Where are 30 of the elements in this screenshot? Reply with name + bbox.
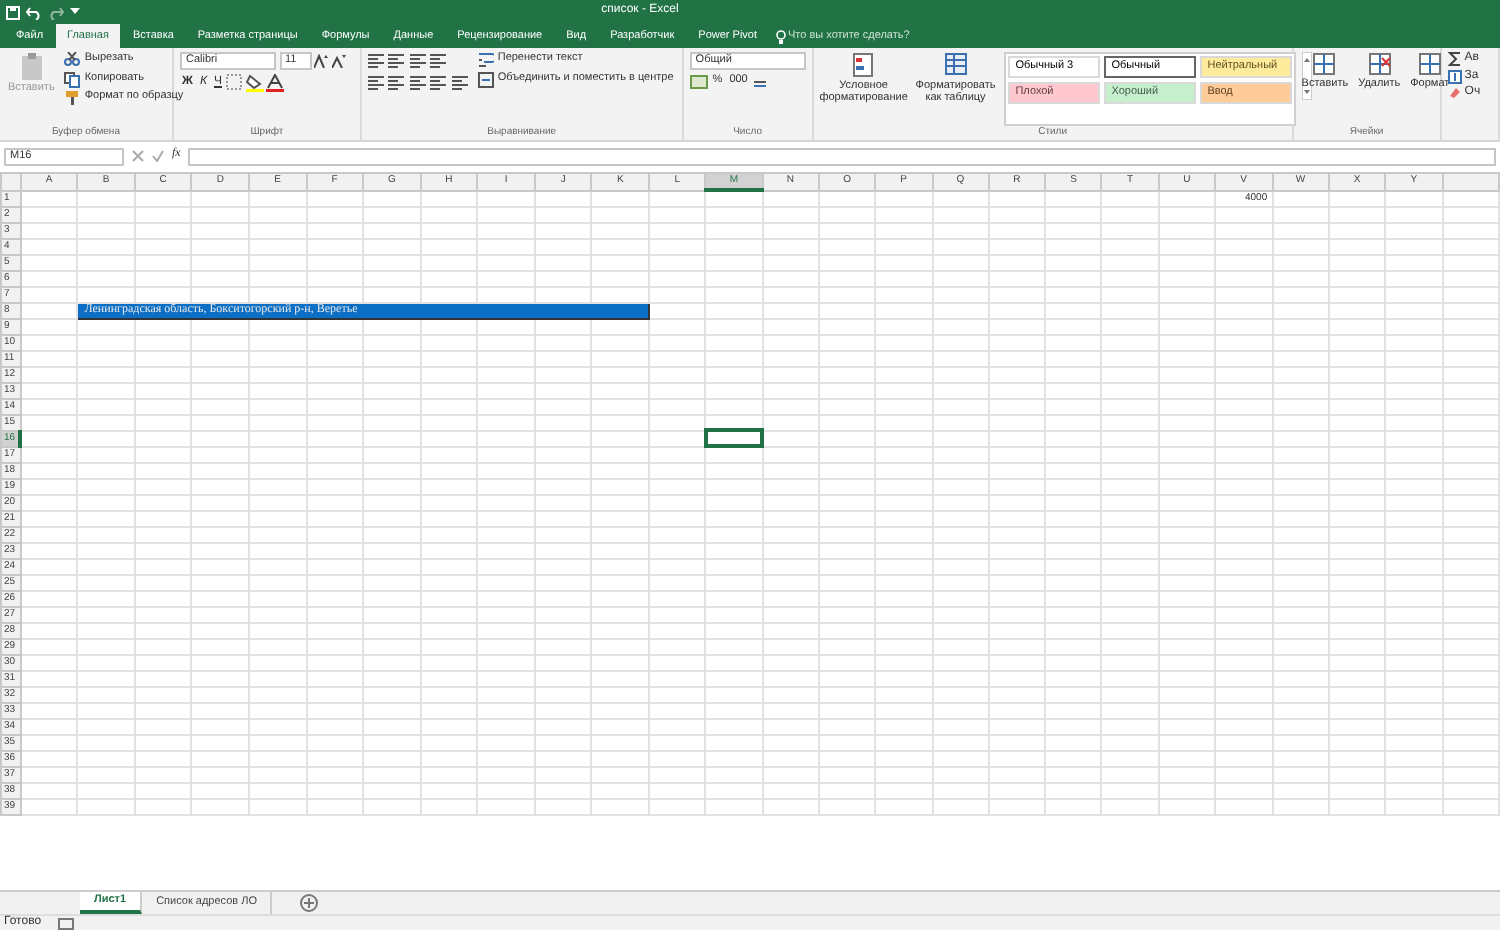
- undo-icon[interactable]: [26, 5, 42, 19]
- fill-icon[interactable]: [1447, 69, 1462, 84]
- bottom-align-icon[interactable]: [409, 52, 428, 70]
- copy-icon: [64, 71, 81, 87]
- merge-icon: [477, 71, 494, 87]
- grow-font-icon[interactable]: [314, 54, 328, 68]
- center-align-icon[interactable]: [388, 73, 407, 91]
- wrap-icon: [477, 52, 494, 68]
- fill-color-icon[interactable]: [245, 73, 264, 91]
- right-align-icon[interactable]: [409, 73, 428, 91]
- formula-field[interactable]: [188, 147, 1496, 165]
- eraser-icon[interactable]: [1447, 86, 1462, 101]
- save-icon[interactable]: [6, 5, 20, 19]
- font-color-icon[interactable]: [266, 73, 285, 91]
- decrease-indent-icon[interactable]: [430, 73, 449, 91]
- top-align-icon[interactable]: [367, 52, 386, 70]
- redo-icon[interactable]: [48, 5, 64, 19]
- dropdown-icon[interactable]: [70, 8, 80, 16]
- lightbulb-icon: [775, 29, 786, 43]
- left-align-icon[interactable]: [367, 73, 386, 91]
- brush-icon: [64, 90, 81, 106]
- middle-align-icon[interactable]: [388, 52, 407, 70]
- selected-cell[interactable]: [705, 430, 763, 446]
- sum-icon[interactable]: [1447, 52, 1462, 67]
- shrink-font-icon[interactable]: [331, 54, 345, 68]
- currency-icon[interactable]: [689, 73, 708, 89]
- macro-record-icon[interactable]: [57, 917, 74, 929]
- scissors-icon: [64, 52, 81, 68]
- add-sheet-icon[interactable]: [300, 894, 319, 912]
- increase-indent-icon[interactable]: [451, 73, 470, 91]
